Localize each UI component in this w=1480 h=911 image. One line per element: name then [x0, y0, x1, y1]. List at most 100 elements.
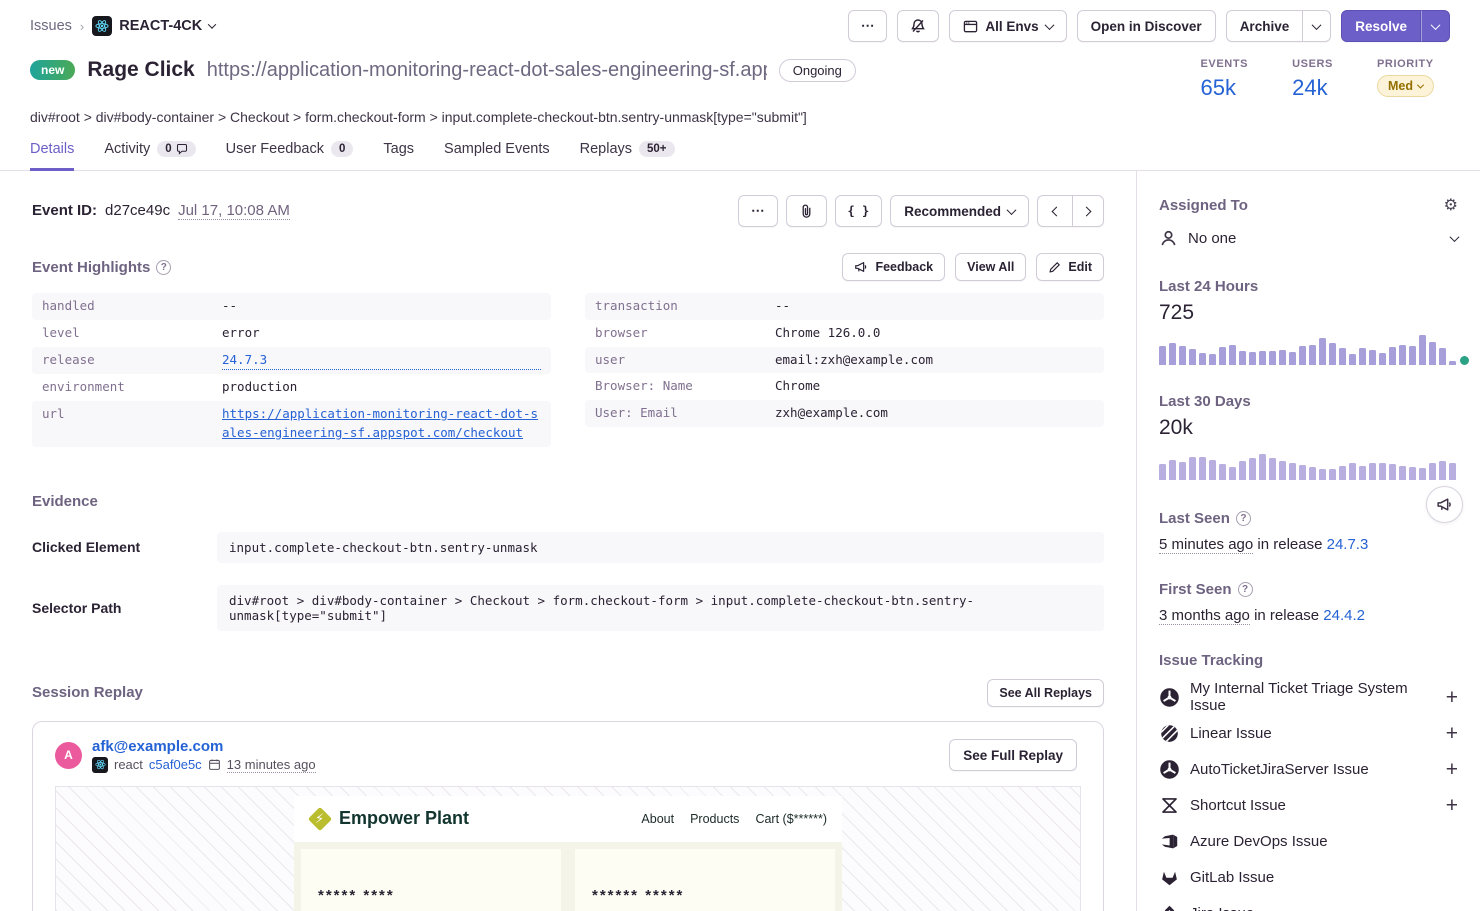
project-selector[interactable]: REACT-4CK	[92, 16, 215, 36]
histogram-bar	[1169, 343, 1176, 365]
users-count[interactable]: 24k	[1292, 75, 1333, 101]
replay-id-link[interactable]: c5af0e5c	[149, 757, 202, 772]
add-issue-link-button[interactable]: +	[1446, 687, 1458, 708]
add-issue-link-button[interactable]: +	[1446, 795, 1458, 816]
event-sort-dropdown[interactable]: Recommended	[890, 195, 1029, 227]
more-actions-button[interactable]: ⋯	[848, 10, 888, 42]
first-seen-ago[interactable]: 3 months ago	[1159, 607, 1250, 625]
replay-project-name: react	[114, 757, 143, 772]
issue-tracking-item: GitLab Issue	[1159, 859, 1458, 895]
highlight-row: transaction--	[585, 293, 1104, 320]
edit-button[interactable]: Edit	[1036, 253, 1104, 281]
site-nav-item[interactable]: About	[641, 812, 674, 826]
highlight-value-link[interactable]: 24.7.3	[222, 351, 541, 371]
tab-label: User Feedback	[226, 141, 324, 157]
last-24h-count: 725	[1159, 301, 1458, 325]
last-seen-ago[interactable]: 5 minutes ago	[1159, 536, 1253, 554]
highlights-table-left: handled--levelerrorrelease24.7.3environm…	[32, 293, 551, 447]
paperclip-icon	[799, 204, 814, 219]
issue-tracking-label[interactable]: GitLab Issue	[1190, 869, 1458, 886]
tab-activity[interactable]: Activity0	[104, 141, 195, 171]
tab-details[interactable]: Details	[30, 141, 74, 171]
azure-devops-icon	[1159, 832, 1179, 851]
highlight-row: urlhttps://application-monitoring-react-…	[32, 401, 551, 447]
help-icon[interactable]: ?	[1238, 582, 1253, 597]
feedback-fab[interactable]	[1426, 486, 1463, 523]
histogram-bar	[1249, 352, 1256, 365]
event-timestamp[interactable]: Jul 17, 10:08 AM	[178, 202, 290, 220]
help-icon[interactable]: ?	[156, 260, 171, 275]
azure-devops-icon	[1160, 832, 1179, 851]
events-label: EVENTS	[1200, 58, 1248, 70]
chevron-down-icon	[1044, 20, 1054, 30]
histogram-bar	[1329, 343, 1336, 365]
site-product-card: ****** ********* ****** ***** *** ******…	[575, 849, 835, 911]
issue-tracking-label[interactable]: Linear Issue	[1190, 725, 1435, 742]
previous-event-button[interactable]	[1037, 195, 1073, 227]
ticket-system-icon	[1160, 688, 1179, 707]
event-highlights-title: Event Highlights ?	[32, 259, 171, 276]
linear-icon	[1160, 724, 1179, 743]
site-nav-item[interactable]: Cart ($******)	[755, 812, 827, 826]
breadcrumb-issues-link[interactable]: Issues	[30, 18, 72, 34]
issue-details-page: Issues › REACT-4CK ⋯ All Envs	[0, 0, 1480, 911]
see-all-replays-button[interactable]: See All Replays	[987, 679, 1104, 707]
site-products: ***** ******* **** **** *** *******Add t…	[294, 842, 842, 911]
add-issue-link-button[interactable]: +	[1446, 723, 1458, 744]
issue-tracking-label[interactable]: Shortcut Issue	[1190, 797, 1435, 814]
histogram-bar	[1289, 463, 1296, 480]
archive-button[interactable]: Archive	[1226, 10, 1304, 42]
events-count[interactable]: 65k	[1200, 75, 1248, 101]
resolve-button[interactable]: Resolve	[1341, 10, 1421, 42]
replay-time-ago[interactable]: 13 minutes ago	[227, 757, 316, 773]
highlight-value: --	[775, 297, 1094, 316]
last-seen-release-link[interactable]: 24.7.3	[1327, 536, 1369, 553]
tab-badge: 0	[331, 141, 353, 157]
histogram-bar	[1259, 454, 1266, 480]
linear-icon	[1159, 724, 1179, 743]
priority-label: PRIORITY	[1377, 58, 1434, 70]
help-icon[interactable]: ?	[1236, 511, 1251, 526]
issue-tracking-label[interactable]: Jira Issue	[1190, 905, 1458, 911]
first-seen-release-link[interactable]: 24.4.2	[1323, 607, 1365, 624]
view-all-button[interactable]: View All	[955, 253, 1026, 281]
assignee-selector[interactable]: No one	[1159, 229, 1458, 248]
assignee-value: No one	[1188, 230, 1441, 247]
evidence-label: Clicked Element	[32, 539, 217, 555]
chevron-down-icon	[1417, 81, 1424, 88]
resolve-dropdown-button[interactable]	[1421, 10, 1450, 42]
view-json-button[interactable]: { }	[835, 195, 883, 227]
add-issue-link-button[interactable]: +	[1446, 759, 1458, 780]
event-more-button[interactable]: ⋯	[738, 195, 778, 227]
histogram-bar	[1399, 345, 1406, 365]
histogram-bar	[1279, 350, 1286, 365]
histogram-bar	[1389, 347, 1396, 365]
event-toolbar: ⋯ { } Recommended	[738, 195, 1104, 227]
mute-alerts-button[interactable]	[897, 10, 939, 42]
replay-user-email-link[interactable]: afk@example.com	[92, 738, 316, 755]
priority-selector[interactable]: Med	[1377, 75, 1434, 97]
histogram-bar	[1319, 338, 1326, 365]
latest-event-dot	[1460, 356, 1469, 365]
tab-user-feedback[interactable]: User Feedback 0	[226, 141, 354, 171]
tab-replays[interactable]: Replays50+	[580, 141, 675, 171]
archive-dropdown-button[interactable]	[1303, 10, 1331, 42]
issue-tracking-label[interactable]: My Internal Ticket Triage System Issue	[1190, 680, 1435, 714]
highlight-value-link[interactable]: https://application-monitoring-react-dot…	[222, 405, 541, 443]
tab-sampled-events[interactable]: Sampled Events	[444, 141, 550, 171]
gear-icon[interactable]: ⚙	[1444, 198, 1458, 214]
next-event-button[interactable]	[1073, 195, 1104, 227]
open-in-discover-button[interactable]: Open in Discover	[1077, 10, 1216, 42]
feedback-button[interactable]: Feedback	[842, 253, 945, 281]
histogram-bar	[1439, 461, 1446, 480]
environment-filter-button[interactable]: All Envs	[949, 10, 1066, 42]
issue-tracking-label[interactable]: Azure DevOps Issue	[1190, 833, 1458, 850]
copy-link-button[interactable]	[786, 195, 827, 227]
see-full-replay-button[interactable]: See Full Replay	[949, 739, 1077, 771]
site-nav-item[interactable]: Products	[690, 812, 739, 826]
issue-tracking-label[interactable]: AutoTicketJiraServer Issue	[1190, 761, 1435, 778]
histogram-bar	[1279, 461, 1286, 480]
histogram-bar	[1229, 467, 1236, 481]
tab-tags[interactable]: Tags	[383, 141, 414, 171]
replay-viewport[interactable]: ⚡ Empower Plant AboutProductsCart ($****…	[55, 786, 1081, 911]
